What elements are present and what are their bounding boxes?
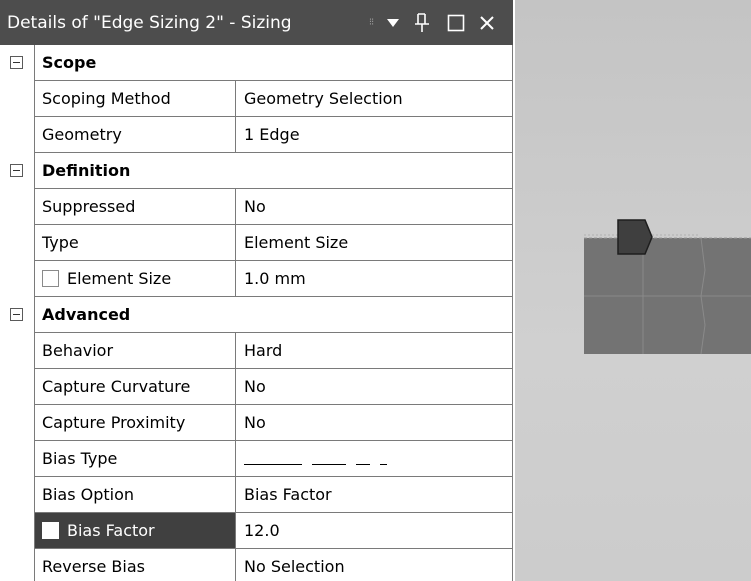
property-row-type[interactable]: Type Element Size [0,225,513,261]
category-label: Advanced [34,297,513,333]
property-name: Scoping Method [34,81,235,117]
window-position-dropdown-button[interactable] [381,0,405,45]
property-value[interactable]: No Selection [235,549,513,581]
row-gutter [0,549,34,581]
property-name: Capture Curvature [34,369,235,405]
parameter-checkbox[interactable] [42,522,59,539]
property-name: Element Size [67,269,172,288]
property-name: Geometry [34,117,235,153]
collapse-minus-icon[interactable] [10,164,23,177]
property-value[interactable]: No [235,189,513,225]
maximize-button[interactable] [444,0,468,45]
row-gutter [0,441,34,477]
property-name: Bias Option [34,477,235,513]
property-value[interactable]: Hard [235,333,513,369]
property-name-with-checkbox: Element Size [34,261,235,297]
property-value[interactable]: 1 Edge [235,117,513,153]
property-value[interactable]: Element Size [235,225,513,261]
property-name: Bias Type [34,441,235,477]
row-gutter [0,477,34,513]
panel-border [512,45,513,581]
row-gutter [0,189,34,225]
property-value[interactable]: Geometry Selection [235,81,513,117]
close-button[interactable] [475,0,499,45]
property-row-bias-factor[interactable]: Bias Factor 12.0 [0,513,513,549]
property-row-reverse-bias[interactable]: Reverse Bias No Selection [0,549,513,581]
maximize-icon [447,14,465,31]
property-row-scoping-method[interactable]: Scoping Method Geometry Selection [0,81,513,117]
graphics-viewport[interactable] [515,0,751,581]
property-row-behavior[interactable]: Behavior Hard [0,333,513,369]
category-row-definition[interactable]: Definition [0,153,513,189]
property-name: Reverse Bias [34,549,235,581]
property-value[interactable]: Bias Factor [235,477,513,513]
property-row-element-size[interactable]: Element Size 1.0 mm [0,261,513,297]
bias-type-segment [356,464,370,465]
category-label: Definition [34,153,513,189]
collapse-minus-icon[interactable] [10,308,23,321]
row-gutter [0,405,34,441]
parameter-checkbox[interactable] [42,270,59,287]
property-row-geometry[interactable]: Geometry 1 Edge [0,117,513,153]
property-name-with-checkbox-selected: Bias Factor [34,513,235,549]
category-label: Scope [34,45,513,81]
property-row-bias-type[interactable]: Bias Type [0,441,513,477]
vertex-marker-icon [617,219,653,255]
property-name: Capture Proximity [34,405,235,441]
auto-hide-pin-button[interactable] [410,0,434,45]
row-gutter [0,225,34,261]
row-gutter [0,81,34,117]
mesh-view [584,219,751,355]
bias-type-segment [380,464,387,465]
property-value[interactable]: 12.0 [235,513,513,549]
panel-title: Details of "Edge Sizing 2" - Sizing [7,12,292,33]
category-row-advanced[interactable]: Advanced [0,297,513,333]
row-gutter [0,261,34,297]
details-panel-titlebar: Details of "Edge Sizing 2" - Sizing [0,0,513,45]
property-name: Bias Factor [67,521,155,540]
bias-type-segment [312,464,346,465]
row-gutter [0,333,34,369]
row-gutter [0,297,34,333]
property-name: Behavior [34,333,235,369]
bias-type-graphic[interactable] [235,441,513,477]
pin-icon [415,12,429,32]
details-panel: Details of "Edge Sizing 2" - Sizing ⁝⁝ S… [0,0,513,581]
category-row-scope[interactable]: Scope [0,45,513,81]
chevron-down-icon [387,18,399,27]
property-name: Type [34,225,235,261]
property-row-bias-option[interactable]: Bias Option Bias Factor [0,477,513,513]
close-icon [480,15,494,30]
property-value[interactable]: 1.0 mm [235,261,513,297]
drag-grip-icon[interactable]: ⁝⁝ [366,0,376,45]
row-gutter [0,153,34,189]
property-row-suppressed[interactable]: Suppressed No [0,189,513,225]
property-name: Suppressed [34,189,235,225]
bias-type-segment [244,464,302,465]
row-gutter [0,369,34,405]
property-value[interactable]: No [235,405,513,441]
row-gutter [0,117,34,153]
collapse-minus-icon[interactable] [10,56,23,69]
property-row-capture-proximity[interactable]: Capture Proximity No [0,405,513,441]
property-row-capture-curvature[interactable]: Capture Curvature No [0,369,513,405]
row-gutter [0,45,34,81]
property-value[interactable]: No [235,369,513,405]
row-gutter [0,513,34,549]
